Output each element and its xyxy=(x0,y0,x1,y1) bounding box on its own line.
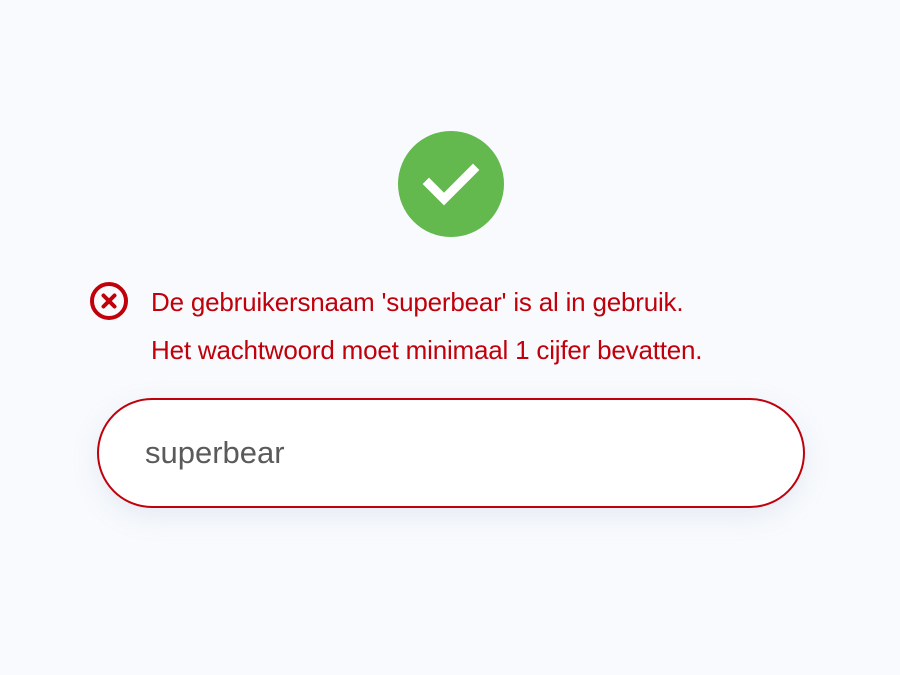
checkmark-icon xyxy=(422,163,480,206)
error-message-list: De gebruikersnaam 'superbear' is al in g… xyxy=(151,278,871,374)
error-message-password-digit: Het wachtwoord moet minimaal 1 cijfer be… xyxy=(151,335,703,365)
success-check-icon xyxy=(398,131,504,237)
error-message-username-taken: De gebruikersnaam 'superbear' is al in g… xyxy=(151,287,684,317)
username-field-container xyxy=(97,398,805,508)
error-x-circle-icon xyxy=(88,280,130,322)
username-input[interactable] xyxy=(145,400,745,506)
